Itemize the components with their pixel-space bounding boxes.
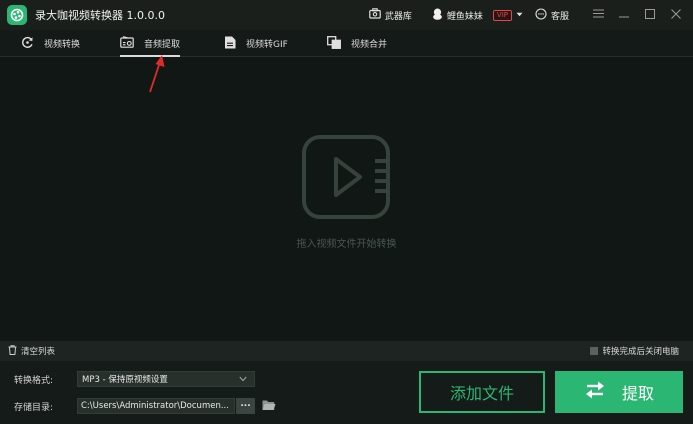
output-dir-value: C:\Users\Administrator\Documen...	[81, 401, 229, 411]
swap-arrows-icon	[584, 380, 606, 404]
bottom-panel: 转换格式: MP3 - 保持原视频设置 存储目录: C:\Users\Admin…	[0, 361, 693, 424]
app-logo-icon	[7, 5, 27, 25]
vip-badge: VIP	[492, 9, 512, 21]
tab-audio-extract[interactable]: 音频提取	[120, 30, 181, 57]
audio-extract-icon	[120, 36, 134, 51]
format-label: 转换格式:	[14, 376, 54, 386]
clear-list-button[interactable]: 清空列表	[8, 344, 56, 358]
tab-video-merge[interactable]: 视频合并	[327, 30, 387, 57]
browse-button[interactable]: ...	[236, 398, 255, 414]
tab-label: 视频转GIF	[246, 40, 288, 50]
drop-hint-text: 拖入视频文件开始转换	[296, 239, 397, 250]
format-select[interactable]: MP3 - 保持原视频设置	[77, 371, 255, 387]
app-title: 录大咖视频转换器 1.0.0.0	[35, 9, 165, 22]
output-dir-field[interactable]: C:\Users\Administrator\Documen...	[77, 398, 235, 414]
open-folder-icon[interactable]	[262, 399, 276, 414]
tab-label: 音频提取	[144, 40, 181, 50]
extract-label: 提取	[621, 384, 654, 403]
shutdown-after-convert-option[interactable]: 转换完成后关闭电脑	[590, 341, 679, 361]
close-button[interactable]	[663, 0, 689, 30]
add-file-button[interactable]: 添加文件	[419, 371, 545, 413]
video-play-icon	[302, 135, 390, 222]
tab-video-convert[interactable]: 视频转换	[21, 30, 80, 57]
format-value: MP3 - 保持原视频设置	[82, 375, 168, 385]
chat-icon	[535, 7, 547, 23]
menu-button[interactable]	[585, 0, 611, 30]
minimize-icon	[619, 10, 629, 21]
extract-button[interactable]: 提取	[555, 371, 683, 413]
tab-video-to-gif[interactable]: 视频转GIF	[224, 30, 288, 57]
refresh-icon	[21, 36, 34, 52]
maximize-button[interactable]	[637, 0, 663, 30]
close-icon	[671, 8, 681, 22]
list-toolbar: 清空列表 转换完成后关闭电脑	[0, 341, 693, 361]
menu-icon	[592, 9, 604, 21]
user-name: 鲤鱼妹妹	[446, 11, 483, 22]
red-arrow-annotation-icon	[145, 54, 169, 97]
shutdown-label: 转换完成后关闭电脑	[602, 347, 679, 357]
trash-icon	[8, 344, 17, 358]
file-gif-icon	[224, 36, 236, 52]
customer-service-label: 客服	[550, 11, 569, 22]
tab-label: 视频转换	[44, 40, 81, 50]
dir-label: 存储目录:	[14, 403, 54, 413]
file-drop-area[interactable]: 拖入视频文件开始转换	[0, 54, 693, 341]
user-avatar-icon	[432, 8, 443, 23]
shutdown-checkbox[interactable]	[590, 347, 599, 355]
toolbox-button[interactable]: 武器库	[369, 8, 412, 22]
tab-bar: 视频转换 音频提取 视频转GIF 视频合并	[0, 30, 693, 57]
tab-label: 视频合并	[351, 40, 388, 50]
clear-list-label: 清空列表	[21, 347, 56, 357]
user-menu[interactable]: 鲤鱼妹妹 VIP	[432, 8, 523, 23]
merge-icon	[327, 35, 341, 52]
title-bar: 录大咖视频转换器 1.0.0.0 武器库 鲤鱼妹妹 VIP 客服	[0, 0, 693, 30]
chevron-down-icon	[239, 375, 247, 385]
customer-service-button[interactable]: 客服	[535, 7, 569, 23]
chevron-down-icon	[516, 10, 523, 20]
minimize-button[interactable]	[611, 0, 637, 30]
toolbox-label: 武器库	[384, 11, 412, 22]
toolbox-icon	[369, 8, 381, 22]
maximize-icon	[645, 8, 655, 22]
